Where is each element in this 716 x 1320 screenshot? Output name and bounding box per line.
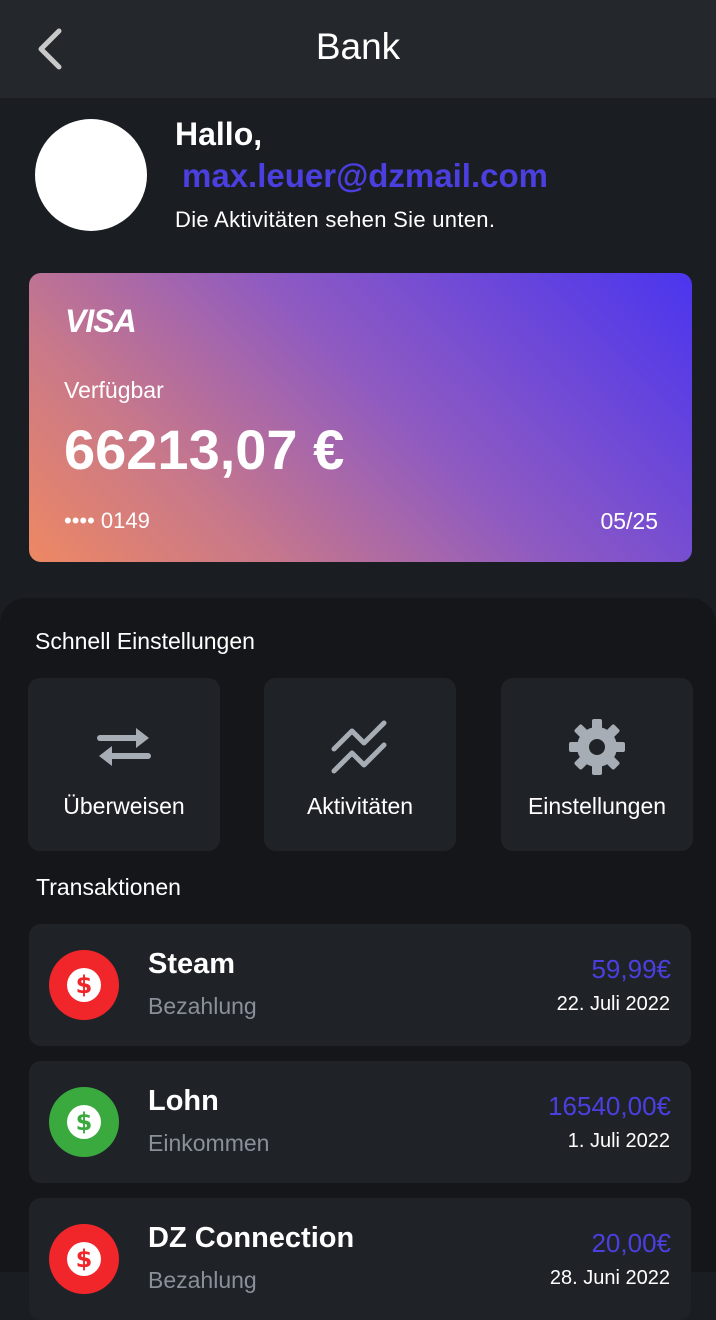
quick-settings-title: Schnell Einstellungen <box>35 628 255 654</box>
settings-button[interactable]: Einstellungen <box>501 678 693 851</box>
user-email: max.leuer@dzmail.com <box>182 157 548 194</box>
gear-icon <box>569 719 625 775</box>
page-title: Bank <box>315 26 401 67</box>
avatar[interactable] <box>35 119 147 231</box>
available-label: Verfügbar <box>64 377 164 403</box>
svg-text:$: $ <box>76 971 93 999</box>
transaction-row[interactable]: $ DZ Connection Bezahlung 20,00€ 28. Jun… <box>29 1198 691 1320</box>
dollar-icon: $ <box>49 1224 119 1294</box>
transaction-type: Einkommen <box>148 1130 270 1156</box>
transaction-date: 22. Juli 2022 <box>556 993 670 1015</box>
settings-label: Einstellungen <box>527 793 667 819</box>
transaction-amount: 16540,00€ <box>548 1091 671 1121</box>
transfer-arrows-icon <box>97 728 151 766</box>
transfer-button[interactable]: Überweisen <box>28 678 220 851</box>
transaction-date: 1. Juli 2022 <box>567 1130 670 1152</box>
transaction-name: DZ Connection <box>148 1222 355 1254</box>
app-header: Bank <box>0 0 716 100</box>
card-number: •••• 0149 <box>64 508 150 533</box>
activities-label: Aktivitäten <box>306 793 414 819</box>
transaction-type: Bezahlung <box>148 1267 257 1293</box>
balance-amount: 66213,07 € <box>64 418 345 481</box>
svg-text:$: $ <box>76 1245 93 1273</box>
dollar-icon: $ <box>49 950 119 1020</box>
card-expiry: 05/25 <box>600 508 658 534</box>
transaction-amount: 20,00€ <box>591 1228 671 1258</box>
transaction-row[interactable]: $ Lohn Einkommen 16540,00€ 1. Juli 2022 <box>29 1061 691 1183</box>
transaction-name: Steam <box>148 948 236 980</box>
greeting-text: Hallo, <box>175 116 263 152</box>
transaction-row[interactable]: $ Steam Bezahlung 59,99€ 22. Juli 2022 <box>29 924 691 1046</box>
transactions-title: Transaktionen <box>36 874 181 900</box>
visa-logo: VISA <box>65 303 137 339</box>
svg-text:$: $ <box>76 1108 93 1136</box>
dollar-icon: $ <box>49 1087 119 1157</box>
transaction-type: Bezahlung <box>148 993 257 1019</box>
trend-chart-icon <box>331 720 387 774</box>
activities-button[interactable]: Aktivitäten <box>264 678 456 851</box>
bank-card[interactable]: VISA Verfügbar 66213,07 € •••• 0149 05/2… <box>29 273 692 562</box>
transaction-amount: 59,99€ <box>591 954 671 984</box>
transfer-label: Überweisen <box>63 793 185 819</box>
greeting-subtitle: Die Aktivitäten sehen Sie unten. <box>175 207 496 232</box>
transaction-date: 28. Juni 2022 <box>549 1267 670 1289</box>
transaction-name: Lohn <box>148 1085 219 1117</box>
